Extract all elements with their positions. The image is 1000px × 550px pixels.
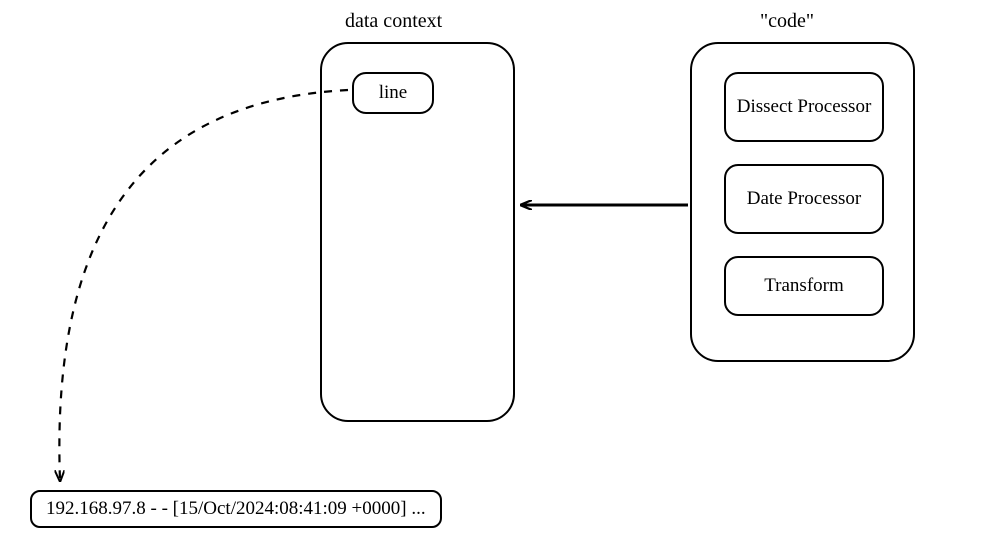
arrow-line-to-log [59,90,348,480]
processor-box-date: Date Processor [724,164,884,234]
log-line-box: 192.168.97.8 - - [15/Oct/2024:08:41:09 +… [30,490,442,528]
data-context-label: data context [345,10,442,33]
code-label: "code" [760,10,814,33]
processor-box-dissect: Dissect Processor [724,72,884,142]
processor-label: Date Processor [747,188,862,211]
processor-label: Transform [764,275,844,298]
log-line-text: 192.168.97.8 - - [15/Oct/2024:08:41:09 +… [46,498,426,519]
code-box: Dissect Processor Date Processor Transfo… [690,42,915,362]
processor-box-transform: Transform [724,256,884,316]
processor-label: Dissect Processor [737,96,872,119]
line-field-label: line [379,82,408,105]
line-field-box: line [352,72,434,114]
data-context-box: line [320,42,515,422]
